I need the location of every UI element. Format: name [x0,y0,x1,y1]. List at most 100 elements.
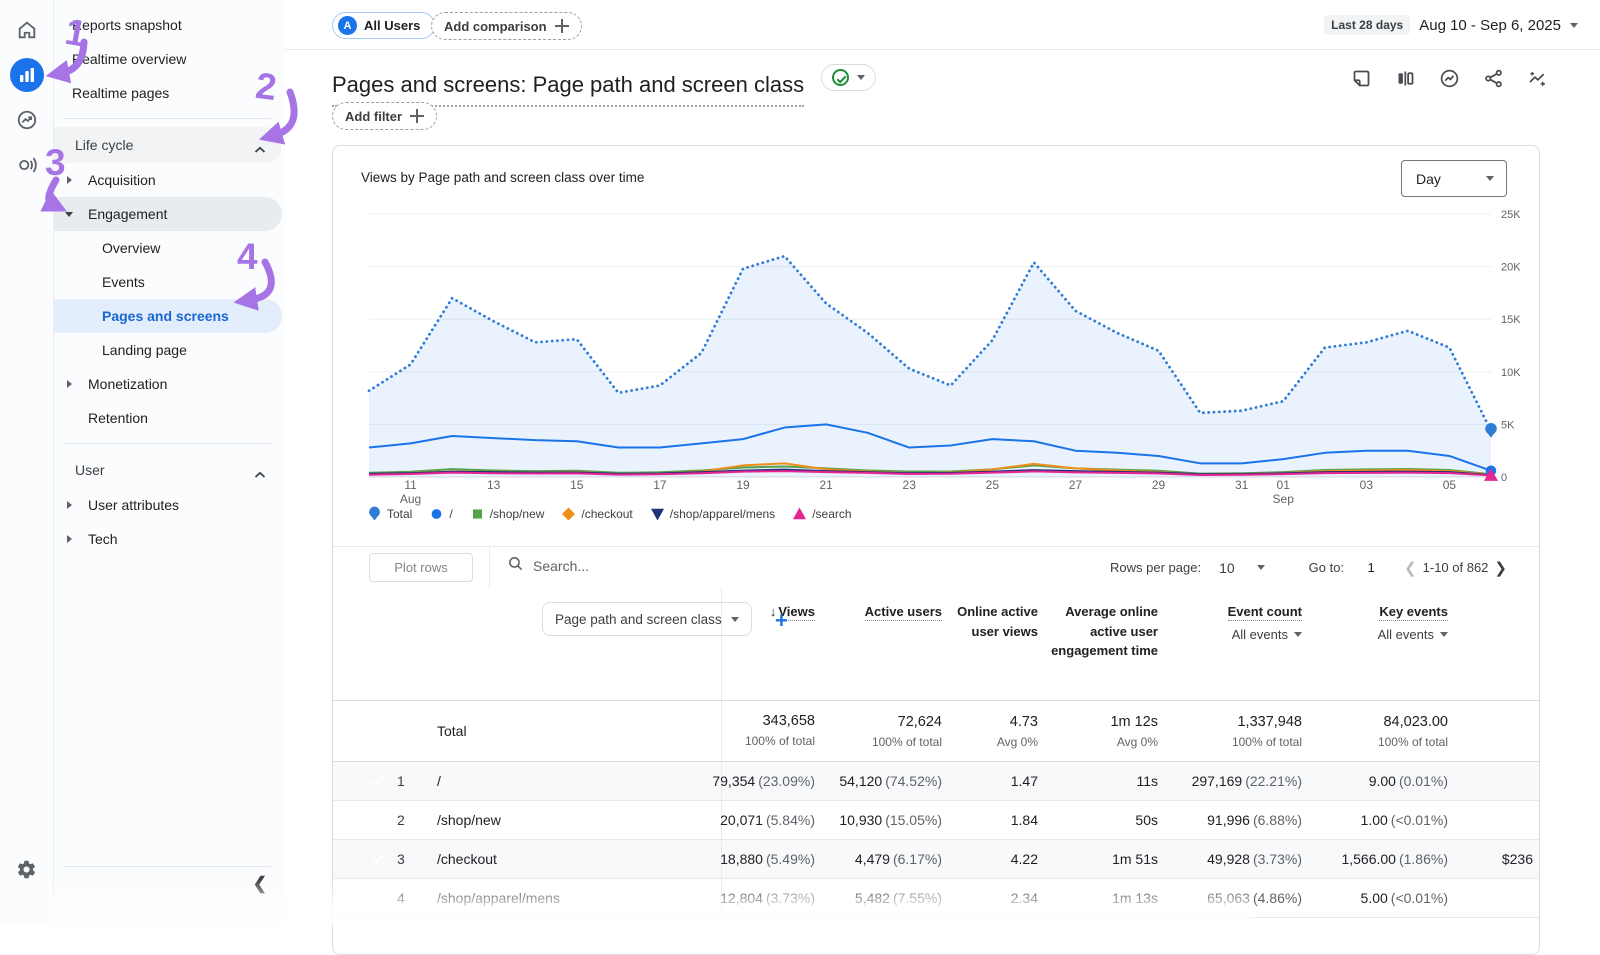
legend-item[interactable]: /search [792,506,851,522]
caret-down-icon [731,617,739,622]
nav-events[interactable]: Events [54,265,282,299]
share-icon[interactable] [1483,68,1504,94]
insights-circle-icon[interactable] [1439,68,1460,94]
nav-divider [64,118,271,119]
pagination-range: 1-10 of 862 [1423,560,1489,575]
note-icon[interactable] [1351,68,1372,94]
nav-user-attributes[interactable]: User attributes [54,488,282,522]
dimension-select[interactable]: Page path and screen class [542,602,752,636]
next-page-icon[interactable]: ❯ [1488,559,1513,577]
svg-text:Sep: Sep [1273,492,1295,506]
svg-text:15: 15 [570,478,584,492]
page-path-cell: /shop/apparel/mens [437,890,721,906]
legend-item[interactable]: /checkout [561,506,632,522]
nav-engagement[interactable]: Engagement [54,197,282,231]
nav-reports-snapshot[interactable]: Reports snapshot [54,8,282,42]
granularity-select[interactable]: Day [1401,160,1507,197]
date-range-picker[interactable]: Last 28 days Aug 10 - Sep 6, 2025 [1324,15,1578,35]
table-row[interactable]: 4 /shop/apparel/mens 12,804(3.73%) 5,482… [333,879,1539,918]
nav-pages-and-screens[interactable]: Pages and screens [54,299,282,333]
legend-item[interactable]: Total [367,506,412,522]
nav-realtime-pages[interactable]: Realtime pages [54,76,282,110]
svg-text:10K: 10K [1501,367,1521,379]
nav-realtime-overview[interactable]: Realtime overview [54,42,282,76]
nav-overview[interactable]: Overview [54,231,282,265]
chevron-up-icon[interactable] [254,466,266,482]
goto-label: Go to: [1309,560,1344,575]
event-filter-select[interactable]: All events [1166,625,1302,645]
nav-tech[interactable]: Tech [54,522,282,556]
svg-text:Aug: Aug [400,492,421,506]
legend-label: / [449,507,452,521]
svg-text:31: 31 [1235,478,1249,492]
chevron-up-icon[interactable] [254,141,266,157]
svg-text:13: 13 [487,478,501,492]
expander-right-icon[interactable] [67,535,72,543]
check-circle-icon [832,69,849,86]
page-path-cell: /checkout [437,851,721,867]
data-quality-badge[interactable] [821,64,876,91]
legend-item[interactable]: /shop/apparel/mens [650,506,775,522]
advertising-icon[interactable] [14,152,40,178]
caret-down-icon [1570,23,1578,28]
add-metric-icon[interactable]: + [775,608,788,634]
nav-acquisition[interactable]: Acquisition [54,163,282,197]
col-header-active-users[interactable]: Active users [823,588,950,700]
rows-per-page-value[interactable]: 10 [1219,560,1235,576]
expander-right-icon[interactable] [67,501,72,509]
col-header-event-count[interactable]: Event count All events [1166,588,1310,700]
table-toolbar: Plot rows Rows per page: 10 Go to: ❮ 1-1… [333,547,1539,588]
legend-item[interactable]: /shop/new [470,506,545,522]
nav-landing-page[interactable]: Landing page [54,333,282,367]
ab-compare-icon[interactable] [1395,68,1416,94]
views-over-time-chart[interactable]: 05K10K15K20K25K11Aug13151719212325272931… [333,206,1541,506]
nav-section-user[interactable]: User [54,452,282,488]
search-input[interactable] [533,558,753,574]
goto-page-input[interactable] [1358,560,1384,575]
col-header-key-events[interactable]: Key events All events [1310,588,1456,700]
add-filter-button[interactable]: Add filter [332,102,437,130]
nav-footer: ❮ [54,866,285,896]
square-marker-icon [470,506,485,522]
col-header-avg-engagement-time[interactable]: Average online active user engagement ti… [1046,588,1166,700]
page-path-cell: / [437,773,721,789]
app-rail [0,0,54,925]
caret-down-icon [1486,176,1494,181]
search-icon [507,555,524,577]
legend-item[interactable]: / [429,506,452,522]
nav-divider [64,866,271,867]
caret-down-icon [1440,632,1448,637]
key-event-filter-select[interactable]: All events [1310,625,1448,645]
svg-text:01: 01 [1277,478,1291,492]
legend-label: /search [812,507,851,521]
expander-right-icon[interactable] [67,380,72,388]
gear-icon[interactable] [14,856,40,882]
explore-icon[interactable] [14,107,40,133]
nav-section-life-cycle[interactable]: Life cycle [54,127,282,163]
all-users-chip[interactable]: A All Users [332,12,435,39]
collapse-nav-icon[interactable]: ❮ [253,874,267,894]
rows-per-page-label: Rows per page: [1110,560,1201,575]
report-actions [1351,68,1548,94]
insights-sparkle-icon[interactable] [1527,68,1548,94]
svg-text:11: 11 [404,478,417,492]
expander-right-icon[interactable] [67,176,72,184]
caret-down-icon[interactable] [1257,565,1265,570]
svg-text:0: 0 [1501,472,1507,484]
table-row[interactable]: 1 / 79,354(23.09%) 54,120(74.52%) 1.47 1… [333,762,1539,801]
table-header: Page path and screen class + ↓Views Acti… [333,588,1539,701]
home-icon[interactable] [14,17,40,43]
main-content: A All Users Add comparison Last 28 days … [285,0,1600,925]
add-comparison-button[interactable]: Add comparison [431,12,582,40]
expander-down-icon[interactable] [65,212,73,217]
table-row[interactable]: 2 /shop/new 20,071(5.84%) 10,930(15.05%)… [333,801,1539,840]
col-header-online-active-user-views[interactable]: Online active user views [950,588,1046,700]
prev-page-icon[interactable]: ❮ [1398,559,1423,577]
table-row[interactable]: 3 /checkout 18,880(5.49%) 4,479(6.17%) 4… [333,840,1539,879]
plot-rows-button[interactable]: Plot rows [369,553,473,582]
total-label: Total [437,723,721,739]
nav-retention[interactable]: Retention [54,401,282,435]
nav-monetization[interactable]: Monetization [54,367,282,401]
reports-icon[interactable] [10,58,44,92]
diamond-marker-icon [561,506,576,522]
